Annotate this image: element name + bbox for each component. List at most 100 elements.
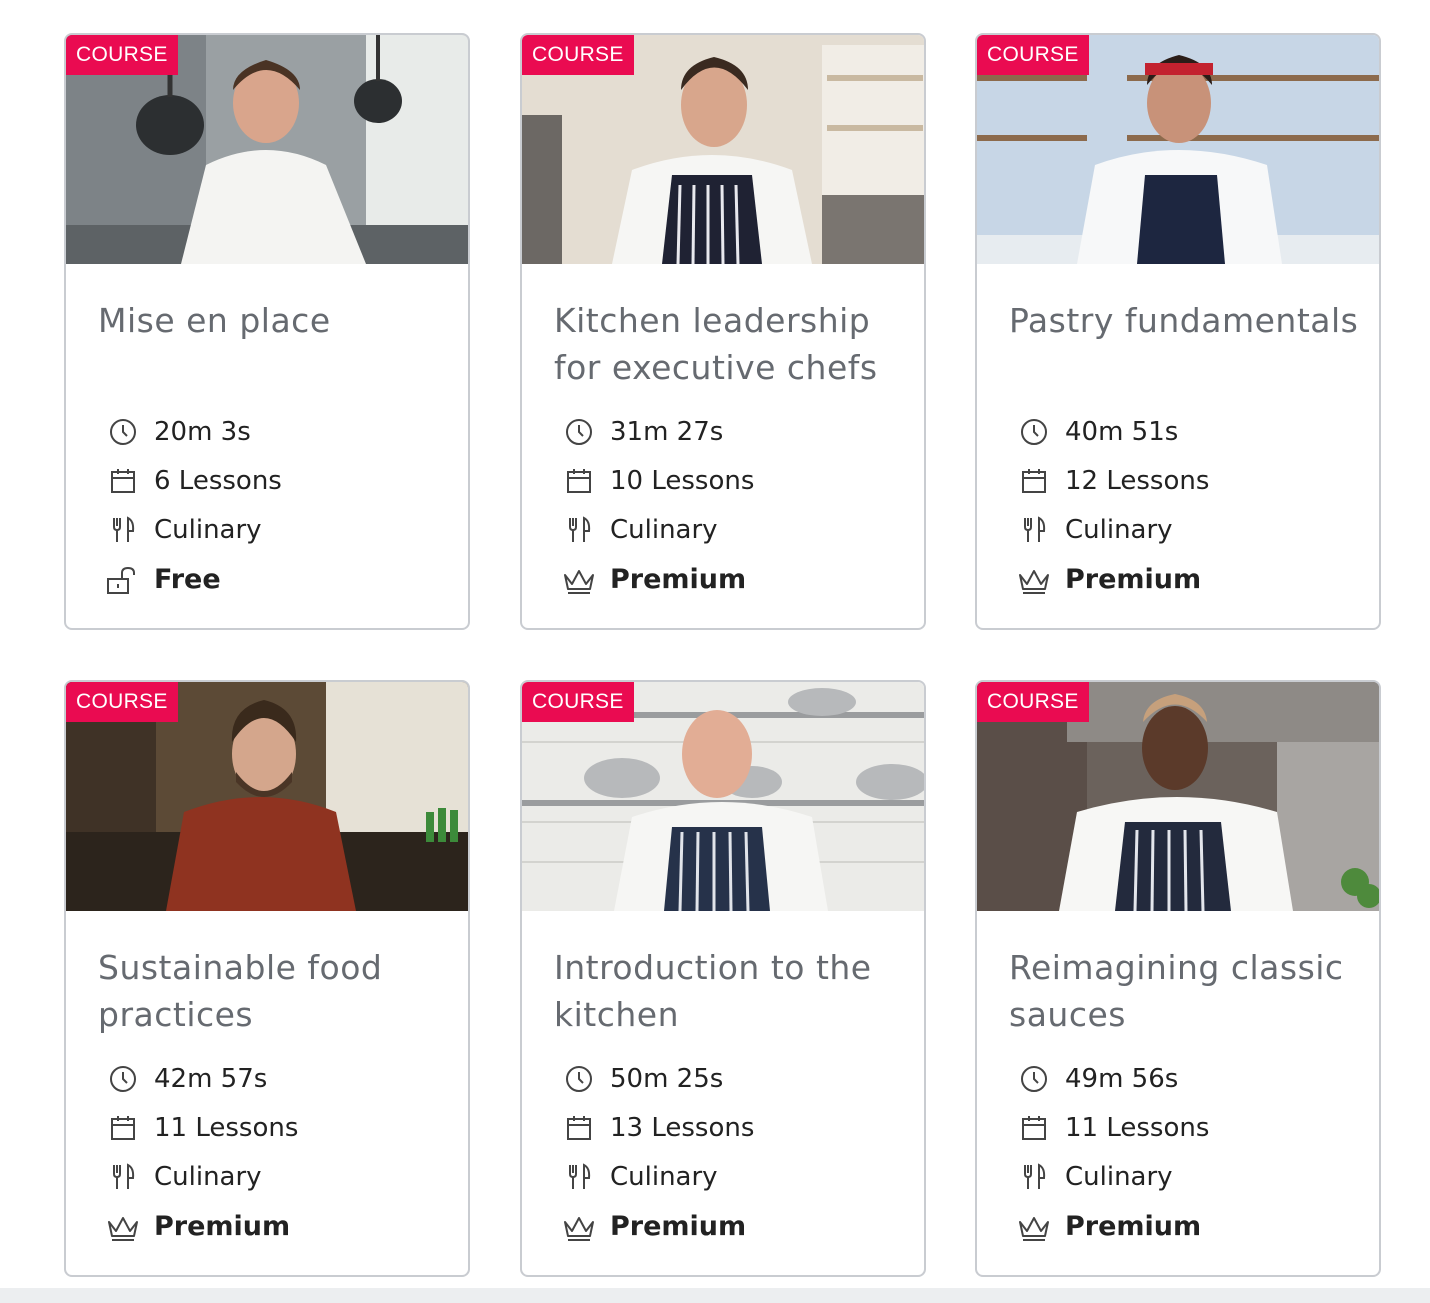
course-badge: COURSE bbox=[522, 682, 634, 722]
calendar-icon bbox=[1017, 464, 1051, 498]
duration-text: 49m 56s bbox=[1065, 1063, 1179, 1094]
course-badge: COURSE bbox=[522, 35, 634, 75]
course-title[interactable]: Reimagining classic sauces bbox=[1009, 944, 1359, 1038]
lessons-row: 13 Lessons bbox=[562, 1103, 902, 1152]
fork-knife-icon bbox=[1017, 1160, 1051, 1194]
lessons-row: 11 Lessons bbox=[106, 1103, 446, 1152]
course-card[interactable]: COURSE Kitchen leadership for executive … bbox=[520, 33, 926, 630]
category-text: Culinary bbox=[154, 515, 262, 546]
course-card[interactable]: COURSE Introduction to the kitchen 50m 2… bbox=[520, 680, 926, 1277]
duration-row: 42m 57s bbox=[106, 1054, 446, 1103]
duration-row: 40m 51s bbox=[1017, 407, 1357, 456]
clock-icon bbox=[106, 415, 140, 449]
calendar-icon bbox=[106, 1111, 140, 1145]
course-thumbnail[interactable]: COURSE bbox=[66, 682, 468, 911]
course-card[interactable]: COURSE Sustainable food practices 42m 57… bbox=[64, 680, 470, 1277]
course-thumbnail[interactable]: COURSE bbox=[522, 35, 924, 264]
lessons-text: 12 Lessons bbox=[1065, 466, 1210, 497]
duration-row: 20m 3s bbox=[106, 407, 446, 456]
course-grid: COURSE Mise en place 20m 3s 6 Lessons Cu bbox=[0, 0, 1430, 1303]
duration-row: 31m 27s bbox=[562, 407, 902, 456]
course-title[interactable]: Mise en place bbox=[98, 297, 448, 344]
course-meta: 42m 57s 11 Lessons Culinary Premium bbox=[106, 1054, 446, 1252]
category-row: Culinary bbox=[1017, 1153, 1357, 1202]
fork-knife-icon bbox=[562, 1160, 596, 1194]
course-meta: 31m 27s 10 Lessons Culinary Premium bbox=[562, 407, 902, 605]
page-bottom-edge bbox=[0, 1288, 1430, 1303]
duration-text: 20m 3s bbox=[154, 416, 251, 447]
crown-icon bbox=[106, 1210, 140, 1244]
category-row: Culinary bbox=[106, 1153, 446, 1202]
duration-row: 50m 25s bbox=[562, 1054, 902, 1103]
clock-icon bbox=[562, 415, 596, 449]
access-text: Free bbox=[154, 564, 221, 596]
access-row: Premium bbox=[106, 1202, 446, 1251]
category-text: Culinary bbox=[610, 515, 718, 546]
clock-icon bbox=[1017, 1062, 1051, 1096]
course-title[interactable]: Introduction to the kitchen bbox=[554, 944, 904, 1038]
access-row: Free bbox=[106, 555, 446, 604]
course-title[interactable]: Sustainable food practices bbox=[98, 944, 448, 1038]
fork-knife-icon bbox=[562, 513, 596, 547]
access-text: Premium bbox=[1065, 1211, 1202, 1243]
course-title[interactable]: Pastry fundamentals bbox=[1009, 297, 1359, 344]
course-meta: 50m 25s 13 Lessons Culinary Premium bbox=[562, 1054, 902, 1252]
access-row: Premium bbox=[562, 555, 902, 604]
course-title[interactable]: Kitchen leadership for executive chefs bbox=[554, 297, 904, 391]
course-card[interactable]: COURSE Reimagining classic sauces 49m 56… bbox=[975, 680, 1381, 1277]
crown-icon bbox=[1017, 563, 1051, 597]
category-row: Culinary bbox=[562, 506, 902, 555]
access-text: Premium bbox=[610, 1211, 747, 1243]
duration-text: 50m 25s bbox=[610, 1063, 724, 1094]
fork-knife-icon bbox=[106, 1160, 140, 1194]
clock-icon bbox=[1017, 415, 1051, 449]
access-row: Premium bbox=[1017, 555, 1357, 604]
lessons-row: 11 Lessons bbox=[1017, 1103, 1357, 1152]
course-thumbnail[interactable]: COURSE bbox=[522, 682, 924, 911]
category-text: Culinary bbox=[1065, 1162, 1173, 1193]
category-row: Culinary bbox=[1017, 506, 1357, 555]
course-badge: COURSE bbox=[66, 682, 178, 722]
lessons-row: 10 Lessons bbox=[562, 456, 902, 505]
course-thumbnail[interactable]: COURSE bbox=[66, 35, 468, 264]
category-text: Culinary bbox=[1065, 515, 1173, 546]
category-text: Culinary bbox=[154, 1162, 262, 1193]
access-row: Premium bbox=[562, 1202, 902, 1251]
lessons-text: 11 Lessons bbox=[1065, 1113, 1210, 1144]
crown-icon bbox=[562, 1210, 596, 1244]
lessons-row: 6 Lessons bbox=[106, 456, 446, 505]
course-card[interactable]: COURSE Pastry fundamentals 40m 51s 12 Le… bbox=[975, 33, 1381, 630]
lessons-row: 12 Lessons bbox=[1017, 456, 1357, 505]
lessons-text: 6 Lessons bbox=[154, 466, 282, 497]
clock-icon bbox=[106, 1062, 140, 1096]
course-thumbnail[interactable]: COURSE bbox=[977, 682, 1379, 911]
course-meta: 20m 3s 6 Lessons Culinary Free bbox=[106, 407, 446, 605]
access-text: Premium bbox=[154, 1211, 291, 1243]
crown-icon bbox=[1017, 1210, 1051, 1244]
calendar-icon bbox=[1017, 1111, 1051, 1145]
calendar-icon bbox=[106, 464, 140, 498]
course-thumbnail[interactable]: COURSE bbox=[977, 35, 1379, 264]
course-card[interactable]: COURSE Mise en place 20m 3s 6 Lessons Cu bbox=[64, 33, 470, 630]
fork-knife-icon bbox=[106, 513, 140, 547]
lessons-text: 11 Lessons bbox=[154, 1113, 299, 1144]
clock-icon bbox=[562, 1062, 596, 1096]
access-row: Premium bbox=[1017, 1202, 1357, 1251]
calendar-icon bbox=[562, 464, 596, 498]
course-meta: 40m 51s 12 Lessons Culinary Premium bbox=[1017, 407, 1357, 605]
category-row: Culinary bbox=[106, 506, 446, 555]
category-row: Culinary bbox=[562, 1153, 902, 1202]
unlock-icon bbox=[106, 563, 140, 597]
calendar-icon bbox=[562, 1111, 596, 1145]
course-badge: COURSE bbox=[66, 35, 178, 75]
access-text: Premium bbox=[610, 564, 747, 596]
category-text: Culinary bbox=[610, 1162, 718, 1193]
crown-icon bbox=[562, 563, 596, 597]
duration-text: 31m 27s bbox=[610, 416, 724, 447]
fork-knife-icon bbox=[1017, 513, 1051, 547]
duration-text: 40m 51s bbox=[1065, 416, 1179, 447]
access-text: Premium bbox=[1065, 564, 1202, 596]
course-badge: COURSE bbox=[977, 35, 1089, 75]
duration-row: 49m 56s bbox=[1017, 1054, 1357, 1103]
course-meta: 49m 56s 11 Lessons Culinary Premium bbox=[1017, 1054, 1357, 1252]
